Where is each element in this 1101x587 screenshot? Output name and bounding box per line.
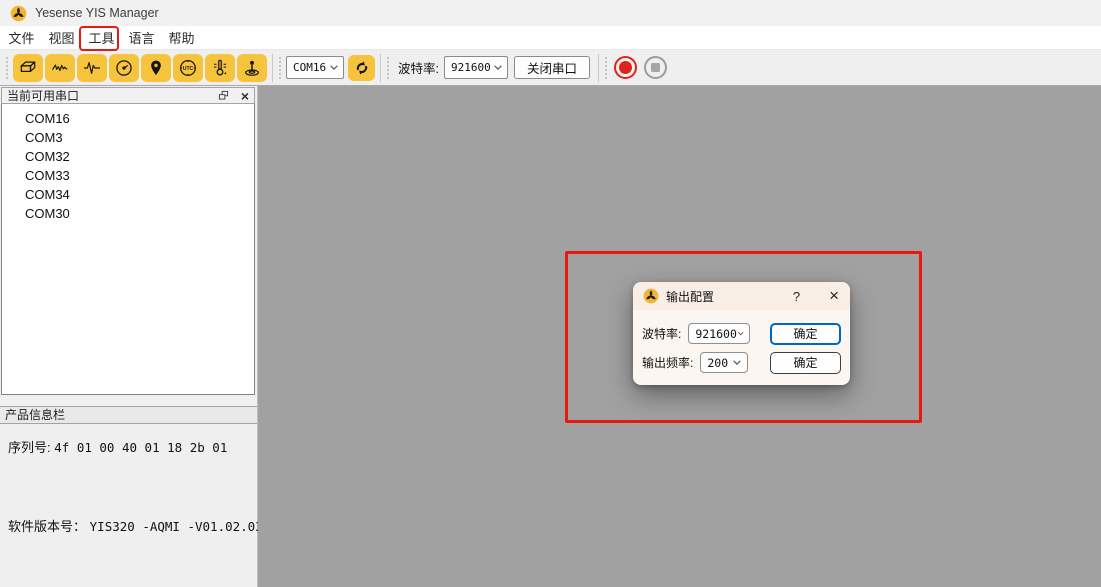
chevron-down-icon <box>732 359 742 366</box>
product-info-header: 产品信息栏 <box>0 406 257 424</box>
port-list-item[interactable]: COM16 <box>2 109 254 128</box>
dock-close-button[interactable]: × <box>241 91 249 101</box>
free-accel-waveform-icon <box>50 58 70 78</box>
port-list-item[interactable]: COM32 <box>2 147 254 166</box>
toolbar-separator <box>380 54 381 82</box>
float-window-icon <box>218 90 229 101</box>
output-rate-row: 输出频率: 200 确定 <box>642 352 841 373</box>
serial-number-label: 序列号: <box>8 440 51 455</box>
stop-button[interactable] <box>644 56 667 79</box>
toolbar-grip[interactable] <box>278 56 282 80</box>
gnss-location-icon <box>146 58 166 78</box>
ports-dock-header: 当前可用串口 × <box>1 87 255 104</box>
toolbar-grip[interactable] <box>604 56 608 80</box>
close-serial-port-button[interactable]: 关闭串口 <box>514 56 590 79</box>
toolbar-separator <box>272 54 273 82</box>
cube-3d-view-button[interactable] <box>13 54 43 82</box>
firmware-version-value: YIS320 -AQMI -V01.02.03; <box>90 519 271 534</box>
dialog-close-button[interactable]: × <box>829 289 839 303</box>
port-list-item[interactable]: COM3 <box>2 128 254 147</box>
stop-icon <box>651 63 660 72</box>
dialog-output-rate-select[interactable]: 200 <box>700 352 748 373</box>
serial-number-line: 序列号: 4f 01 00 40 01 18 2b 01 <box>8 437 257 456</box>
output-rate-confirm-button[interactable]: 确定 <box>770 352 841 374</box>
refresh-ports-icon <box>353 59 371 77</box>
toolbar: UTC COM16 <box>0 50 1101 86</box>
dialog-help-button[interactable]: ? <box>793 289 800 304</box>
available-ports-list: COM16 COM3 COM32 COM33 COM34 COM30 <box>1 104 255 395</box>
dialog-body: 波特率: 921600 确定 输出频率: 200 确定 <box>633 310 850 373</box>
menu-view[interactable]: 视图 <box>48 28 75 47</box>
app-title: Yesense YIS Manager <box>35 6 159 20</box>
menu-bar: 文件 视图 工具 语言 帮助 <box>0 26 1101 50</box>
yesense-logo-icon <box>643 288 659 304</box>
gauge-icon <box>114 58 134 78</box>
app-window: Yesense YIS Manager 文件 视图 工具 语言 帮助 <box>0 0 1101 587</box>
baud-confirm-button[interactable]: 确定 <box>770 323 841 345</box>
record-icon <box>619 61 632 74</box>
gnss-location-button[interactable] <box>141 54 171 82</box>
gauge-button[interactable] <box>109 54 139 82</box>
baud-rate-select[interactable]: 921600 <box>444 56 508 79</box>
toolbar-grip[interactable] <box>386 56 390 80</box>
temperature-button[interactable] <box>205 54 235 82</box>
dialog-output-rate-value: 200 <box>707 356 728 370</box>
menu-language[interactable]: 语言 <box>128 28 155 47</box>
menu-help[interactable]: 帮助 <box>168 28 195 47</box>
refresh-ports-button[interactable] <box>348 55 375 81</box>
port-list-item[interactable]: COM33 <box>2 166 254 185</box>
content-area: 当前可用串口 × COM16 COM3 COM32 COM33 COM34 CO… <box>0 86 1101 587</box>
dialog-baud-value: 921600 <box>695 327 737 341</box>
baud-rate-row: 波特率: 921600 确定 <box>642 323 841 344</box>
menu-tools[interactable]: 工具 <box>88 28 115 47</box>
toolbar-grip[interactable] <box>5 56 9 80</box>
firmware-version-line: 软件版本号： YIS320 -AQMI -V01.02.03; <box>8 516 257 535</box>
dialog-title: 输出配置 <box>666 288 714 305</box>
product-info-body: 序列号: 4f 01 00 40 01 18 2b 01 软件版本号： YIS3… <box>0 424 257 587</box>
main-canvas: 输出配置 ? × 波特率: 921600 确定 输出频率: <box>258 86 1101 587</box>
port-select-value: COM16 <box>293 61 326 74</box>
record-button[interactable] <box>614 56 637 79</box>
joystick-icon <box>242 58 262 78</box>
joystick-button[interactable] <box>237 54 267 82</box>
port-list-item[interactable]: COM30 <box>2 204 254 223</box>
vibration-waveform-button[interactable] <box>77 54 107 82</box>
utc-clock-button[interactable]: UTC <box>173 54 203 82</box>
firmware-version-label: 软件版本号： <box>8 519 86 534</box>
yesense-logo-icon <box>10 5 27 22</box>
dialog-baud-select[interactable]: 921600 <box>688 323 750 344</box>
menu-file[interactable]: 文件 <box>8 28 35 47</box>
port-list-item[interactable]: COM34 <box>2 185 254 204</box>
serial-number-value: 4f 01 00 40 01 18 2b 01 <box>54 440 227 455</box>
chevron-down-icon <box>737 330 744 337</box>
svg-text:UTC: UTC <box>183 65 194 71</box>
utc-clock-icon: UTC <box>178 58 198 78</box>
dock-float-button[interactable] <box>218 90 229 101</box>
baud-rate-value: 921600 <box>451 61 491 74</box>
chevron-down-icon <box>329 64 339 71</box>
dialog-output-rate-label: 输出频率: <box>642 354 693 371</box>
cube-3d-view-icon <box>18 58 38 78</box>
dialog-title-bar: 输出配置 ? × <box>633 282 850 310</box>
baud-rate-label: 波特率: <box>398 58 439 77</box>
chevron-down-icon <box>493 64 503 71</box>
left-panel: 当前可用串口 × COM16 COM3 COM32 COM33 COM34 CO… <box>0 86 258 587</box>
vibration-waveform-icon <box>82 58 102 78</box>
dialog-baud-label: 波特率: <box>642 325 681 342</box>
close-icon: × <box>241 91 249 101</box>
toolbar-separator <box>598 54 599 82</box>
free-accel-waveform-button[interactable] <box>45 54 75 82</box>
port-select[interactable]: COM16 <box>286 56 344 79</box>
panel-splitter[interactable] <box>0 395 257 406</box>
title-bar: Yesense YIS Manager <box>0 0 1101 26</box>
ports-dock-title: 当前可用串口 <box>7 87 79 104</box>
temperature-icon <box>210 58 230 78</box>
output-config-dialog: 输出配置 ? × 波特率: 921600 确定 输出频率: <box>633 282 850 385</box>
